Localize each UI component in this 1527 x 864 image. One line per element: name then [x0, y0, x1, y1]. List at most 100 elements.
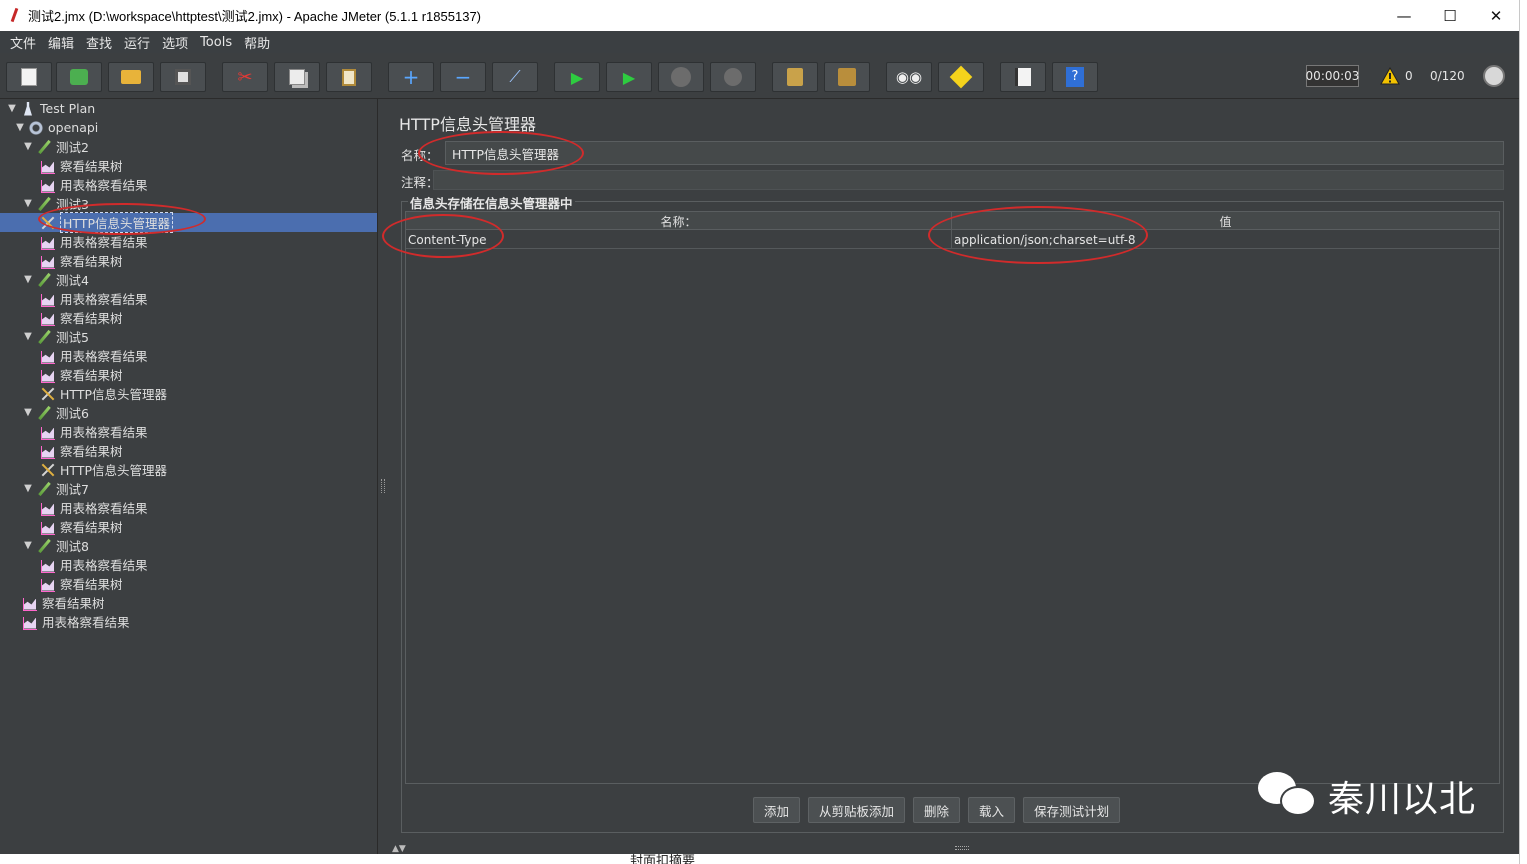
- help-button[interactable]: ?: [1052, 62, 1098, 92]
- tree-node[interactable]: ▼ 测试6: [22, 403, 89, 422]
- tree-node[interactable]: 用表格察看结果: [40, 422, 148, 441]
- tree-node[interactable]: 用表格察看结果: [22, 612, 130, 631]
- splitter-grip[interactable]: [381, 479, 385, 493]
- tree-node[interactable]: 察看结果树: [40, 156, 123, 175]
- remote-status-icon[interactable]: [1483, 65, 1505, 87]
- menu-run[interactable]: 运行: [118, 33, 156, 52]
- tree-node[interactable]: 用表格察看结果: [40, 232, 148, 251]
- expand-all-button[interactable]: +: [388, 62, 434, 92]
- start-no-pauses-button[interactable]: ▶: [606, 62, 652, 92]
- tree-node[interactable]: 用表格察看结果: [40, 175, 148, 194]
- reset-search-button[interactable]: [938, 62, 984, 92]
- templates-button[interactable]: [56, 62, 102, 92]
- tree-node-label: 察看结果树: [60, 311, 123, 326]
- menu-options[interactable]: 选项: [156, 33, 194, 52]
- tree-node-label: 察看结果树: [60, 368, 123, 383]
- expand-toggle-icon[interactable]: ▼: [22, 483, 34, 494]
- cut-button[interactable]: ✂: [222, 62, 268, 92]
- menu-edit[interactable]: 编辑: [42, 33, 80, 52]
- tree-node[interactable]: ▼ 测试2: [22, 137, 89, 156]
- scroll-arrows-icon[interactable]: ▲▼: [392, 844, 406, 854]
- expand-toggle-icon[interactable]: ▼: [22, 331, 34, 342]
- tree-node[interactable]: 察看结果树: [40, 365, 123, 384]
- search-button[interactable]: ◉◉: [886, 62, 932, 92]
- name-field[interactable]: HTTP信息头管理器: [445, 141, 1504, 165]
- tree-node-label: 察看结果树: [42, 596, 105, 611]
- add-button[interactable]: 添加: [753, 797, 801, 823]
- start-button[interactable]: ▶: [554, 62, 600, 92]
- column-header-value[interactable]: 值: [952, 212, 1499, 230]
- splitter[interactable]: [378, 99, 388, 854]
- tree-node[interactable]: 用表格察看结果: [40, 498, 148, 517]
- open-button[interactable]: [108, 62, 154, 92]
- minimize-button[interactable]: —: [1381, 0, 1427, 31]
- tree-node[interactable]: HTTP信息头管理器: [40, 460, 167, 479]
- tree-node[interactable]: ▼ 测试7: [22, 479, 89, 498]
- menu-tools[interactable]: Tools: [194, 35, 238, 50]
- expand-toggle-icon[interactable]: ▼: [22, 407, 34, 418]
- tree-node[interactable]: 用表格察看结果: [40, 289, 148, 308]
- tree-node-label: 察看结果树: [60, 254, 123, 269]
- header-name-cell[interactable]: Content-Type: [406, 230, 952, 249]
- delete-button[interactable]: 删除: [913, 797, 961, 823]
- maximize-button[interactable]: ☐: [1427, 0, 1473, 31]
- tree-node[interactable]: 察看结果树: [40, 441, 123, 460]
- tree-node-label: 测试4: [56, 273, 89, 288]
- stop-button[interactable]: [658, 62, 704, 92]
- expand-toggle-icon[interactable]: ▼: [22, 274, 34, 285]
- tree-node[interactable]: 用表格察看结果: [40, 346, 148, 365]
- menu-file[interactable]: 文件: [4, 33, 42, 52]
- tree-node[interactable]: HTTP信息头管理器: [40, 384, 167, 403]
- expand-toggle-icon[interactable]: ▼: [6, 103, 18, 114]
- clear-all-button[interactable]: [824, 62, 870, 92]
- expand-toggle-icon[interactable]: ▼: [22, 540, 34, 551]
- tree-node[interactable]: 察看结果树: [22, 593, 105, 612]
- tree-node[interactable]: 用表格察看结果: [40, 555, 148, 574]
- tree-node[interactable]: ▼ openapi: [14, 118, 98, 137]
- save-test-plan-button[interactable]: 保存测试计划: [1023, 797, 1121, 823]
- close-button[interactable]: ✕: [1473, 0, 1519, 31]
- expand-icon: +: [402, 65, 420, 89]
- tree-node[interactable]: ▼ 测试8: [22, 536, 89, 555]
- save-icon: [175, 69, 191, 85]
- resize-grip[interactable]: [955, 846, 969, 850]
- warning-icon[interactable]: [1380, 67, 1400, 85]
- save-button[interactable]: [160, 62, 206, 92]
- table-row[interactable]: Content-Type application/json;charset=ut…: [406, 230, 1499, 249]
- comment-field[interactable]: [433, 170, 1504, 190]
- tree-node[interactable]: ▼ 测试5: [22, 327, 89, 346]
- clear-button[interactable]: [772, 62, 818, 92]
- tree-node[interactable]: ▼ 测试4: [22, 270, 89, 289]
- expand-toggle-icon[interactable]: ▼: [22, 141, 34, 152]
- search-icon: ◉◉: [895, 68, 923, 86]
- tree-node[interactable]: ▼ Test Plan: [6, 99, 95, 118]
- tree-node[interactable]: 察看结果树: [40, 574, 123, 593]
- expand-toggle-icon[interactable]: ▼: [22, 198, 34, 209]
- test-plan-icon: [20, 101, 36, 117]
- toggle-button[interactable]: ⟋: [492, 62, 538, 92]
- new-button[interactable]: [6, 62, 52, 92]
- function-helper-icon: [1015, 68, 1031, 86]
- load-button[interactable]: 载入: [968, 797, 1016, 823]
- column-header-name[interactable]: 名称：: [406, 212, 952, 230]
- paste-button[interactable]: [326, 62, 372, 92]
- sampler-icon: [36, 196, 52, 212]
- menu-help[interactable]: 帮助: [238, 33, 276, 52]
- action-buttons: 添加 从剪贴板添加 删除 载入 保存测试计划: [753, 797, 1128, 823]
- menu-search[interactable]: 查找: [80, 33, 118, 52]
- function-helper-button[interactable]: [1000, 62, 1046, 92]
- collapse-all-button[interactable]: −: [440, 62, 486, 92]
- listener-icon: [40, 177, 56, 193]
- tree-node[interactable]: 察看结果树: [40, 251, 123, 270]
- tree-node[interactable]: ▼ 测试3: [22, 194, 89, 213]
- add-from-clipboard-button[interactable]: 从剪贴板添加: [808, 797, 906, 823]
- shutdown-button[interactable]: [710, 62, 756, 92]
- toolbar: ✂ + − ⟋ ▶ ▶ ◉◉ ? 00:00:03 0 0/120: [0, 53, 1519, 99]
- tree-node[interactable]: HTTP信息头管理器: [0, 212, 377, 233]
- header-value-cell[interactable]: application/json;charset=utf-8: [952, 230, 1499, 249]
- tree-node[interactable]: 察看结果树: [40, 517, 123, 536]
- headers-table[interactable]: 名称： 值 Content-Type application/json;char…: [405, 211, 1500, 784]
- expand-toggle-icon[interactable]: ▼: [14, 122, 26, 133]
- tree-node[interactable]: 察看结果树: [40, 308, 123, 327]
- copy-button[interactable]: [274, 62, 320, 92]
